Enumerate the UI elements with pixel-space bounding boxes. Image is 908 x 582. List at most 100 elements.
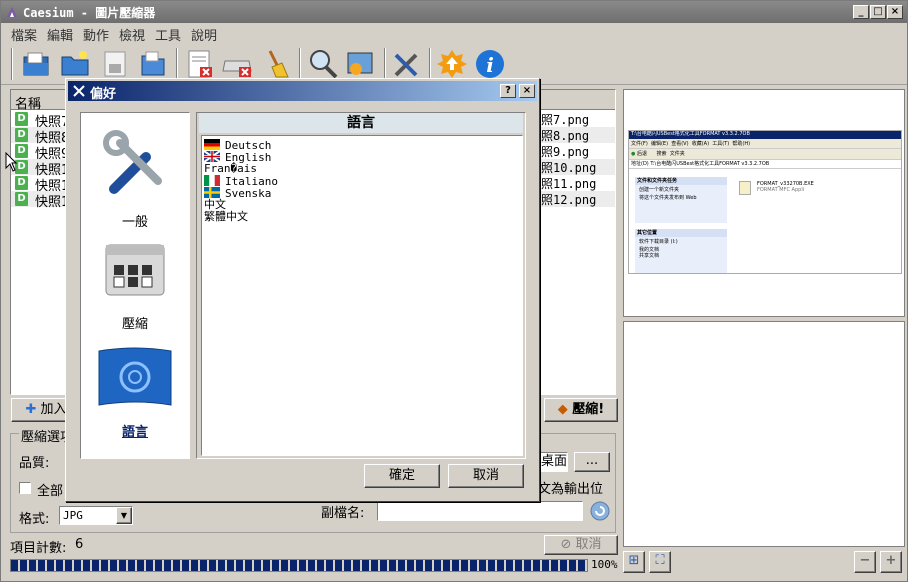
open-file-icon[interactable]	[19, 47, 53, 81]
item-count: 6	[75, 537, 84, 552]
toolbar-separator	[176, 48, 178, 80]
full-view-icon[interactable]: ⛶	[649, 551, 671, 573]
language-name: 繁體中文	[204, 210, 248, 223]
compress-button[interactable]: ◆ 壓縮!	[544, 398, 618, 422]
menu-edit[interactable]: 編輯	[47, 25, 73, 44]
about-icon[interactable]: i	[473, 47, 507, 81]
zoom-out-icon[interactable]: −	[854, 551, 876, 573]
item-file: 照11.png	[541, 177, 597, 191]
refresh-icon[interactable]	[589, 500, 611, 522]
toolbar-separator	[429, 48, 431, 80]
toolbar-separator	[299, 48, 301, 80]
preview-icon[interactable]	[344, 47, 378, 81]
preview-menu-item: 工具(T)	[712, 141, 730, 147]
preferences-dialog: 偏好 ? × 一般 壓縮 語言 語言 Deutsch English Fran�…	[65, 78, 540, 502]
preview-file-desc: FORMAT MFC Appli	[757, 187, 805, 193]
all-checkbox[interactable]	[19, 482, 31, 494]
tools-icon	[103, 130, 162, 194]
cancel-compress-label: 取消	[575, 537, 602, 552]
suffix-label: 副檔名:	[321, 506, 365, 521]
germany-flag-icon	[204, 139, 220, 150]
preview-menu-item: 查看(V)	[671, 141, 689, 147]
category-compression-label: 壓縮	[121, 317, 148, 332]
compress-button-label: 壓縮!	[572, 402, 605, 417]
sweep-icon[interactable]	[260, 47, 294, 81]
language-panel: 語言 Deutsch English Fran�ais Italiano Sve…	[196, 112, 526, 459]
menu-file[interactable]: 檔案	[11, 25, 37, 44]
suffix-input[interactable]	[377, 501, 583, 521]
language-list[interactable]: Deutsch English Fran�ais Italiano Svensk…	[201, 135, 523, 456]
preview-address-value: T:\台电酷闪USBest格式化工具FORMAT v3.3.2.7OB	[650, 161, 770, 167]
image-file-icon: D	[15, 112, 28, 126]
format-select[interactable]: JPG ▼	[59, 506, 133, 525]
image-file-icon: D	[15, 192, 28, 206]
category-list[interactable]: 一般 壓縮 語言	[80, 112, 190, 459]
ok-button[interactable]: 確定	[364, 464, 440, 488]
uk-flag-icon	[204, 151, 220, 162]
preview-other-places: 其它位置 软件下载目录 (I:) 我的文档 共享文档	[635, 229, 727, 273]
language-item[interactable]: 繁體中文	[204, 211, 248, 223]
language-name: Svenska	[225, 187, 272, 200]
category-language[interactable]: 語言	[81, 345, 189, 445]
item-file: 照7.png	[541, 113, 590, 127]
preview-nav-item: 后退	[636, 151, 647, 157]
dialog-title-bar[interactable]: 偏好 ? ×	[68, 81, 537, 102]
cancel-icon: ⊘	[560, 537, 572, 552]
menu-tools[interactable]: 工具	[155, 25, 181, 44]
output-folder-field[interactable]: 桌面	[538, 452, 568, 472]
toolbar-separator	[384, 48, 386, 80]
zoom-in-icon[interactable]: +	[880, 551, 902, 573]
help-button[interactable]: ?	[500, 84, 516, 98]
item-file: 照12.png	[541, 193, 597, 207]
preview-task: 创建一个新文件夹	[639, 187, 680, 193]
title-bar[interactable]: Caesium - 圖片壓縮器 _ □ ×	[1, 1, 907, 23]
preview-tasks: 文件和文件夹任务 创建一个新文件夹 将这个文件夹发布到 Web	[635, 177, 727, 223]
category-compression[interactable]: 壓縮	[81, 239, 189, 332]
maximize-button[interactable]: □	[870, 5, 886, 19]
preview-address: 地址(D) T:\台电酷闪USBest格式化工具FORMAT v3.3.2.7O…	[629, 160, 901, 169]
save-list-icon[interactable]	[98, 47, 132, 81]
cancel-compress-button[interactable]: ⊘ 取消	[544, 535, 618, 555]
format-label: 格式:	[19, 512, 50, 527]
minimize-button[interactable]: _	[853, 5, 869, 19]
mouse-cursor-icon	[5, 152, 17, 172]
compressed-preview	[623, 321, 905, 547]
sweden-flag-icon	[204, 187, 220, 198]
menu-action[interactable]: 動作	[83, 25, 109, 44]
preview-nav-item: 文件夹	[669, 151, 685, 157]
progress-bar	[10, 559, 588, 572]
column-name[interactable]: 名稱	[15, 93, 41, 112]
language-header: 語言	[199, 113, 523, 133]
search-icon[interactable]	[306, 47, 340, 81]
settings-icon[interactable]	[390, 47, 424, 81]
item-file: 照8.png	[541, 129, 590, 143]
add-icon: ✚	[25, 402, 37, 417]
category-general[interactable]: 一般	[81, 129, 189, 233]
dialog-cancel-button[interactable]: 取消	[448, 464, 524, 488]
language-item[interactable]: Deutsch	[204, 139, 271, 152]
open-list-icon[interactable]	[136, 47, 170, 81]
svg-text:i: i	[486, 53, 494, 77]
remove-item-icon[interactable]	[183, 47, 217, 81]
preview-other: 共享文档	[639, 253, 660, 259]
toolbar-separator	[11, 48, 13, 80]
add-button-label: 加入	[40, 402, 67, 417]
menu-view[interactable]: 檢視	[119, 25, 145, 44]
open-folder-icon[interactable]	[58, 47, 92, 81]
dialog-close-button[interactable]: ×	[519, 84, 535, 98]
clear-list-icon[interactable]	[221, 47, 255, 81]
update-icon[interactable]	[435, 47, 469, 81]
preview-title: T:\台电酷闪USBest格式化工具FORMAT v3.3.2.7OB	[629, 131, 901, 139]
compress-icon: ◆	[557, 402, 568, 417]
language-item[interactable]: Italiano	[204, 175, 278, 188]
language-item[interactable]: Fran�ais	[204, 163, 257, 175]
browse-button[interactable]: ...	[574, 452, 610, 472]
menu-help[interactable]: 說明	[191, 25, 217, 44]
menu-bar: 檔案 編輯 動作 檢視 工具 說明	[1, 23, 907, 44]
caesium-app-icon	[7, 7, 17, 17]
progress-percent: 100%	[591, 558, 618, 571]
preview-menu-item: 编辑(E)	[650, 141, 669, 147]
close-button[interactable]: ×	[887, 5, 903, 19]
fit-view-icon[interactable]: ⊞	[623, 551, 645, 573]
chevron-down-icon[interactable]: ▼	[116, 507, 132, 524]
